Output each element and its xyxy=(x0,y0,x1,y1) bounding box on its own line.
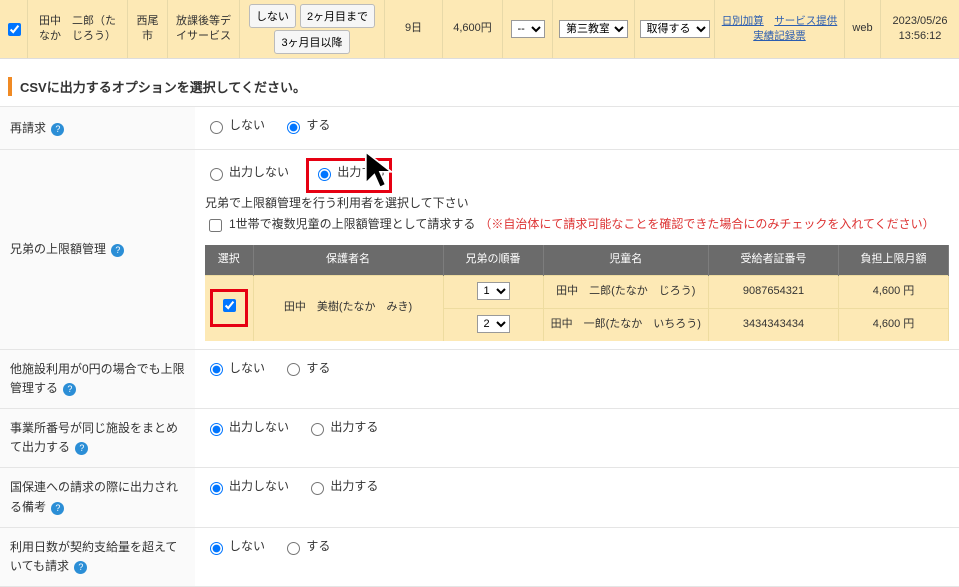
help-icon[interactable]: ? xyxy=(74,561,87,574)
select-order-2[interactable]: 2 xyxy=(477,315,510,333)
label-samefac: 事業所番号が同じ施設をまとめて出力する xyxy=(10,421,178,454)
select-order-1[interactable]: 1 xyxy=(477,282,510,300)
top-record-row: 田中 二郎（たなか じろう） 西尾市 放課後等デイサービス しない 2ヶ月目まで… xyxy=(0,0,959,59)
reseikyu-no[interactable]: しない xyxy=(205,115,265,137)
radio-overdays-yes[interactable] xyxy=(287,542,300,555)
help-icon[interactable]: ? xyxy=(51,502,64,515)
siblings-yes[interactable]: 出力する xyxy=(313,162,385,184)
select-class-cell: 第三教室 xyxy=(553,0,635,58)
cell-child-1: 田中 二郎(たなか じろう) xyxy=(543,276,709,309)
highlight-select-check xyxy=(210,289,248,327)
radio-reseikyu-yes[interactable] xyxy=(287,121,300,134)
timestamp: 2023/05/26 13:56:12 xyxy=(881,0,959,58)
btn-shinai[interactable]: しない xyxy=(249,4,296,28)
user-name: 田中 二郎（たなか じろう） xyxy=(28,0,128,58)
samefac-yes[interactable]: 出力する xyxy=(306,417,378,439)
help-icon[interactable]: ? xyxy=(63,383,76,396)
web-label: web xyxy=(845,0,881,58)
th-child: 児童名 xyxy=(543,245,709,275)
cell-child-2: 田中 一郎(たなか いちろう) xyxy=(543,308,709,340)
radio-samefac-no[interactable] xyxy=(210,423,223,436)
label-zeroyen: 他施設利用が0円の場合でも上限管理する xyxy=(10,362,185,395)
select-small[interactable]: -- xyxy=(511,20,545,38)
th-order: 兄弟の順番 xyxy=(443,245,543,275)
checkbox-select-row[interactable] xyxy=(223,299,236,312)
radio-overdays-no[interactable] xyxy=(210,542,223,555)
select-small-cell: -- xyxy=(503,0,553,58)
row-overdays: 利用日数が契約支給量を超えていても請求 ? しない する xyxy=(0,527,959,586)
radio-siblings-no[interactable] xyxy=(210,168,223,181)
period-buttons: しない 2ヶ月目まで 3ヶ月目以降 xyxy=(240,0,385,58)
days: 9日 xyxy=(385,0,443,58)
select-classroom[interactable]: 第三教室 xyxy=(559,20,628,38)
radio-siblings-yes[interactable] xyxy=(318,168,331,181)
zeroyen-no[interactable]: しない xyxy=(205,358,265,380)
link-service-record[interactable]: サービス提供実績記録票 xyxy=(753,15,837,42)
highlight-output-yes: 出力する xyxy=(306,158,392,192)
help-icon[interactable]: ? xyxy=(75,442,88,455)
cell-guardian: 田中 美樹(たなか みき) xyxy=(253,276,443,341)
service-type: 放課後等デイサービス xyxy=(168,0,240,58)
row-checkbox[interactable] xyxy=(8,23,21,36)
btn-2month[interactable]: 2ヶ月目まで xyxy=(300,4,375,28)
radio-zeroyen-no[interactable] xyxy=(210,363,223,376)
label-reseikyu: 再請求 xyxy=(10,121,46,135)
btn-3month[interactable]: 3ヶ月目以降 xyxy=(274,30,349,54)
radio-kokuho-no[interactable] xyxy=(210,482,223,495)
reseikyu-yes[interactable]: する xyxy=(282,115,330,137)
siblings-table: 選択 保護者名 兄弟の順番 児童名 受給者証番号 負担上限月額 xyxy=(205,245,949,340)
samefac-no[interactable]: 出力しない xyxy=(205,417,289,439)
row-siblings: 兄弟の上限額管理 ? 出力しない 出力する 兄弟で上限額管理を行う利用者を選択し… xyxy=(0,150,959,349)
zeroyen-yes[interactable]: する xyxy=(282,358,330,380)
th-cap: 負担上限月額 xyxy=(839,245,949,275)
radio-zeroyen-yes[interactable] xyxy=(287,363,300,376)
city: 西尾市 xyxy=(128,0,168,58)
help-icon[interactable]: ? xyxy=(111,244,124,257)
help-icon[interactable]: ? xyxy=(51,123,64,136)
siblings-note: 兄弟で上限額管理を行う利用者を選択して下さい xyxy=(205,196,469,210)
cell-cap-2: 4,600 円 xyxy=(839,308,949,340)
cell-order-1: 1 xyxy=(443,276,543,309)
radio-kokuho-yes[interactable] xyxy=(311,482,324,495)
cell-select xyxy=(205,276,253,341)
kokuho-yes[interactable]: 出力する xyxy=(306,476,378,498)
overdays-no[interactable]: しない xyxy=(205,536,265,558)
th-select: 選択 xyxy=(205,245,253,275)
radio-reseikyu-no[interactable] xyxy=(210,121,223,134)
link-daily-add[interactable]: 日別加算 xyxy=(722,15,764,27)
cell-cert-2: 3434343434 xyxy=(709,308,839,340)
row-samefac: 事業所番号が同じ施設をまとめて出力する ? 出力しない 出力する xyxy=(0,409,959,468)
kokuho-no[interactable]: 出力しない xyxy=(205,476,289,498)
label-overdays: 利用日数が契約支給量を超えていても請求 xyxy=(10,540,177,573)
cell-cert-1: 9087654321 xyxy=(709,276,839,309)
options-form: 再請求 ? しない する 兄弟の上限額管理 ? 出力しない xyxy=(0,106,959,587)
checkbox-multi-household[interactable] xyxy=(209,219,222,232)
siblings-no[interactable]: 出力しない xyxy=(205,162,289,184)
siblings-warn: （※自治体にて請求可能なことを確認できた場合にのみチェックを入れてください） xyxy=(479,214,934,236)
select-acquire-cell: 取得する xyxy=(635,0,715,58)
section-title: CSVに出力するオプションを選択してください。 xyxy=(8,77,951,96)
siblings-multi-check[interactable]: 1世帯で複数児童の上限額管理として請求する （※自治体にて請求可能なことを確認で… xyxy=(205,214,935,236)
cell-cap-1: 4,600 円 xyxy=(839,276,949,309)
amount: 4,600円 xyxy=(443,0,503,58)
table-row: 田中 美樹(たなか みき) 1 田中 二郎(たなか じろう) 908765432… xyxy=(205,276,949,309)
row-kokuho: 国保連への請求の際に出力される備考 ? 出力しない 出力する xyxy=(0,468,959,527)
overdays-yes[interactable]: する xyxy=(282,536,330,558)
cell-order-2: 2 xyxy=(443,308,543,340)
links-cell: 日別加算 サービス提供実績記録票 xyxy=(715,0,845,58)
label-siblings: 兄弟の上限額管理 xyxy=(10,242,106,256)
row-zeroyen: 他施設利用が0円の場合でも上限管理する ? しない する xyxy=(0,349,959,408)
th-cert: 受給者証番号 xyxy=(709,245,839,275)
row-check-cell xyxy=(0,0,28,58)
radio-samefac-yes[interactable] xyxy=(311,423,324,436)
label-kokuho: 国保連への請求の際に出力される備考 xyxy=(10,480,178,513)
row-reseikyu: 再請求 ? しない する xyxy=(0,107,959,150)
th-guardian: 保護者名 xyxy=(253,245,443,275)
select-acquire[interactable]: 取得する xyxy=(640,20,710,38)
